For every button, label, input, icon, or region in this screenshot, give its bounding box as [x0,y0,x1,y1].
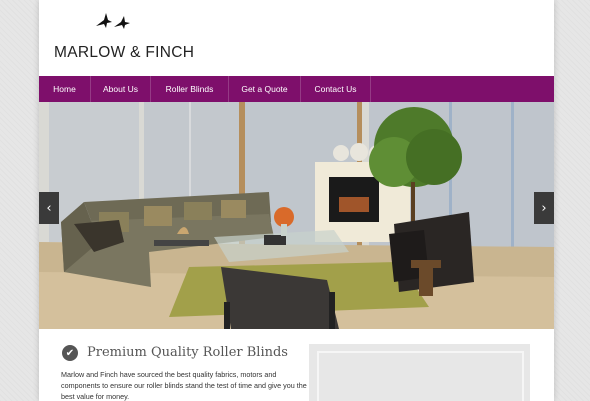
side-image-panel [309,344,530,401]
feature-section: ✔ Premium Quality Roller Blinds Marlow a… [39,329,554,401]
feature-text: Marlow and Finch have sourced the best q… [61,370,307,401]
nav-item-about-us[interactable]: About Us [91,76,151,102]
slider-prev-button[interactable]: ‹ [39,192,59,224]
hero-slider: ‹ › [39,102,554,329]
brand-name[interactable]: MARLOW & FINCH [54,44,194,62]
main-navigation: Home About Us Roller Blinds Get a Quote … [39,76,554,102]
nav-item-home[interactable]: Home [39,76,91,102]
site-header: MARLOW & FINCH [39,0,554,76]
check-circle-icon: ✔ [62,345,78,361]
nav-item-contact-us[interactable]: Contact Us [301,76,371,102]
side-image-frame [317,351,524,401]
feature-heading: Premium Quality Roller Blinds [87,345,288,360]
page-container: MARLOW & FINCH Home About Us Roller Blin… [39,0,554,401]
chevron-left-icon: ‹ [46,200,52,216]
birds-logo-icon[interactable] [94,10,134,36]
nav-item-get-a-quote[interactable]: Get a Quote [229,76,301,102]
chevron-right-icon: › [541,200,547,216]
living-room-image [39,102,554,329]
slider-next-button[interactable]: › [534,192,554,224]
nav-item-roller-blinds[interactable]: Roller Blinds [151,76,229,102]
